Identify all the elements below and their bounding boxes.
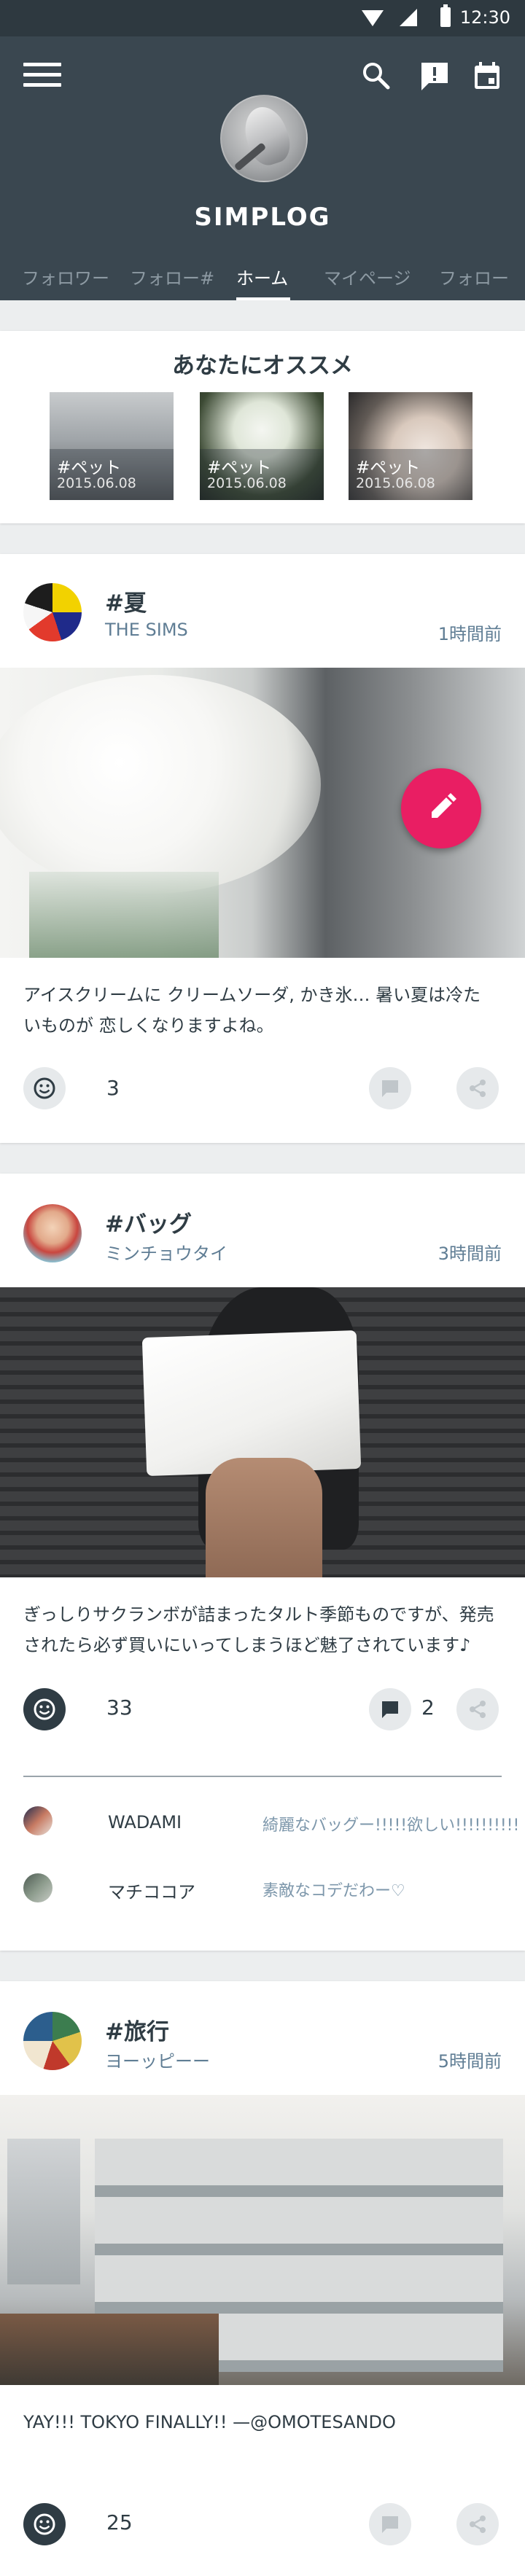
comments-divider bbox=[23, 1776, 502, 1777]
recommend-item[interactable]: #ペット 2015.06.08 bbox=[349, 392, 472, 500]
post-card: #バッグ ミンチョウタイ 3時間前 ぎっしりサクランボが詰まったタルト季節もので… bbox=[0, 1174, 525, 1951]
avatar[interactable] bbox=[23, 2012, 82, 2070]
comment-user[interactable]: WADAMI bbox=[108, 1812, 182, 1833]
avatar[interactable] bbox=[23, 1204, 82, 1262]
app-header: 12:30 SIMPLOG フォロワー フォロー# ホーム マイページ フォロー bbox=[0, 0, 525, 300]
share-button[interactable] bbox=[456, 1688, 499, 1730]
comment-icon bbox=[382, 1080, 398, 1097]
post-text: ぎっしりサクランボが詰まったタルト季節ものですが、発売 されたら必ず買いにいって… bbox=[23, 1599, 505, 1660]
edit-fab[interactable] bbox=[401, 768, 481, 848]
post-user[interactable]: ヨーッピーー bbox=[105, 2047, 210, 2072]
post-photo[interactable] bbox=[0, 1287, 525, 1577]
smiley-icon bbox=[34, 2513, 55, 2535]
recommend-item-tag: #ペット bbox=[207, 458, 272, 477]
like-count: 33 bbox=[106, 1695, 133, 1720]
avatar[interactable] bbox=[23, 583, 82, 641]
comment-button[interactable] bbox=[369, 2503, 411, 2545]
like-button[interactable] bbox=[23, 1688, 66, 1730]
post-user[interactable]: THE SIMS bbox=[105, 620, 188, 640]
smiley-icon bbox=[34, 1698, 55, 1720]
comment-text: 素敵なコデだわー♡ bbox=[262, 1882, 405, 1900]
app-title: SIMPLOG bbox=[194, 203, 331, 232]
tab-home[interactable]: ホーム bbox=[236, 264, 288, 289]
post-text-line: いものが 恋しくなりますよね。 bbox=[23, 1015, 274, 1036]
post-text-line: されたら必ず買いにいってしまうほど魅了されています♪ bbox=[23, 1635, 471, 1655]
recommend-item-date: 2015.06.08 bbox=[207, 475, 287, 491]
share-icon bbox=[470, 2515, 486, 2533]
post-photo[interactable] bbox=[0, 2095, 525, 2385]
share-icon bbox=[470, 1080, 486, 1097]
post-text: YAY!!! TOKYO FINALLY!! —@OMOTESANDO bbox=[23, 2407, 505, 2438]
comment-button[interactable] bbox=[369, 1688, 411, 1730]
profile-avatar[interactable] bbox=[220, 95, 308, 182]
comment-icon bbox=[382, 1701, 398, 1718]
tab-bar: フォロワー フォロー# ホーム マイページ フォロー bbox=[0, 257, 525, 300]
comment-count: 2 bbox=[421, 1695, 435, 1720]
post-time: 1時間前 bbox=[438, 624, 502, 644]
comment-avatar[interactable] bbox=[23, 1806, 52, 1835]
post-tag[interactable]: #夏 bbox=[105, 585, 147, 617]
smiley-icon bbox=[34, 1077, 55, 1099]
recommend-item[interactable]: #ペット 2015.06.08 bbox=[200, 392, 324, 500]
menu-icon[interactable] bbox=[23, 63, 61, 87]
comment-user[interactable]: マチココア bbox=[108, 1878, 195, 1903]
post-text-line: アイスクリームに クリームソーダ, かき氷… 暑い夏は冷た bbox=[23, 985, 481, 1005]
post-card: #旅行 ヨーッピーー 5時間前 YAY!!! TOKYO FINALLY!! —… bbox=[0, 1981, 525, 2576]
comment-text: 綺麗なバッグー!!!!!欲しい!!!!!!!!!! bbox=[262, 1816, 520, 1835]
status-time: 12:30 bbox=[459, 7, 510, 28]
tab-following[interactable]: フォロー bbox=[439, 264, 509, 289]
post-text-line: YAY!!! TOKYO FINALLY!! —@OMOTESANDO bbox=[23, 2412, 396, 2432]
like-count: 3 bbox=[106, 1076, 120, 1100]
comment-button[interactable] bbox=[369, 1067, 411, 1109]
comment-icon bbox=[382, 2516, 398, 2533]
calendar-icon[interactable] bbox=[471, 60, 503, 92]
recommend-item-tag: #ペット bbox=[356, 458, 421, 477]
battery-icon bbox=[440, 4, 451, 27]
share-button[interactable] bbox=[456, 2503, 499, 2545]
comment-avatar[interactable] bbox=[23, 1873, 52, 1902]
edit-icon bbox=[432, 793, 456, 818]
recommend-item-date: 2015.06.08 bbox=[356, 475, 435, 491]
post-user[interactable]: ミンチョウタイ bbox=[105, 1239, 228, 1265]
post-card: #夏 THE SIMS 1時間前 アイスクリームに クリームソーダ, かき氷… … bbox=[0, 554, 525, 1143]
signal-icon bbox=[400, 9, 417, 26]
post-tag[interactable]: #旅行 bbox=[105, 2013, 169, 2046]
share-button[interactable] bbox=[456, 1067, 499, 1109]
like-count: 25 bbox=[106, 2510, 133, 2534]
recommend-item-date: 2015.06.08 bbox=[57, 475, 136, 491]
recommend-item[interactable]: #ペット 2015.06.08 bbox=[50, 392, 174, 500]
tab-followers[interactable]: フォロワー bbox=[22, 264, 109, 289]
wifi-icon bbox=[362, 10, 384, 26]
recommend-title: あなたにオススメ bbox=[172, 353, 353, 379]
post-time: 3時間前 bbox=[438, 1244, 502, 1264]
tab-follow-tags[interactable]: フォロー# bbox=[130, 264, 214, 289]
tab-mypage[interactable]: マイページ bbox=[324, 264, 411, 289]
status-bar: 12:30 bbox=[0, 0, 525, 36]
share-icon bbox=[470, 1701, 486, 1718]
post-time: 5時間前 bbox=[438, 2051, 502, 2072]
alert-icon[interactable] bbox=[419, 60, 451, 92]
post-tag[interactable]: #バッグ bbox=[105, 1206, 192, 1238]
like-button[interactable] bbox=[23, 1067, 66, 1109]
like-button[interactable] bbox=[23, 2503, 66, 2545]
active-tab-indicator bbox=[236, 297, 290, 300]
recommend-item-tag: #ペット bbox=[57, 458, 122, 477]
recommend-card: あなたにオススメ #ペット 2015.06.08 #ペット 2015.06.08… bbox=[0, 331, 525, 523]
post-text: アイスクリームに クリームソーダ, かき氷… 暑い夏は冷た いものが 恋しくなり… bbox=[23, 980, 505, 1041]
post-text-line: ぎっしりサクランボが詰まったタルト季節ものですが、発売 bbox=[23, 1604, 494, 1625]
search-icon[interactable] bbox=[360, 60, 392, 92]
